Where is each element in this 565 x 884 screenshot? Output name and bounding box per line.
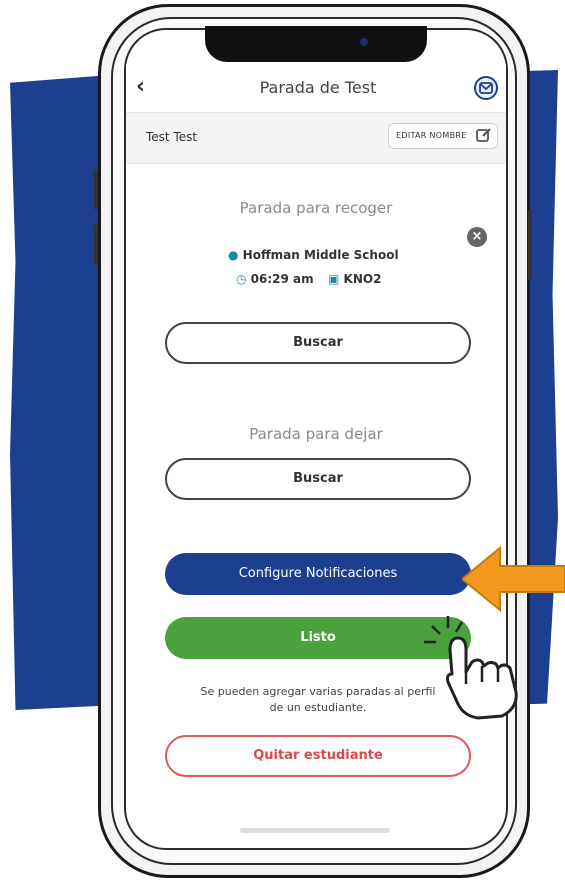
volume-button <box>94 225 98 265</box>
clock-icon: ◷ <box>236 272 247 286</box>
tap-hand-icon <box>424 616 518 720</box>
pickup-search-button[interactable]: Buscar <box>165 322 471 364</box>
time-row: ◷ 06:29 am <box>236 272 314 286</box>
page-title: Parada de Test <box>259 78 377 97</box>
helper-text-line-1: Se pueden agregar varias paradas al perf… <box>200 685 436 698</box>
pickup-time: 06:29 am <box>250 272 314 286</box>
dropoff-title: Parada para dejar <box>249 425 383 443</box>
envelope-icon[interactable] <box>474 76 498 100</box>
close-icon[interactable]: × <box>467 227 487 247</box>
chevron-left-icon[interactable]: ‹ <box>136 74 145 99</box>
callout-arrow-icon <box>462 545 565 613</box>
student-name: Test Test <box>146 130 198 144</box>
bus-row: ▣ KNO2 <box>328 272 381 286</box>
power-button <box>528 210 532 280</box>
edit-icon[interactable] <box>476 127 492 147</box>
volume-button <box>94 170 98 210</box>
location-pin-icon: ● <box>228 248 239 262</box>
school-name: Hoffman Middle School <box>242 248 399 262</box>
helper-text-line-2: de un estudiante. <box>269 701 367 714</box>
bus-icon: ▣ <box>328 272 340 286</box>
edit-name-label[interactable]: EDITAR NOMBRE <box>396 131 467 140</box>
bus-number: KNO2 <box>343 272 382 286</box>
phone-notch <box>205 26 427 62</box>
helper-text: Se pueden agregar varias paradas al perf… <box>180 684 456 716</box>
camera-dot <box>360 38 368 46</box>
home-indicator <box>240 828 390 833</box>
school-row: ● Hoffman Middle School <box>228 248 399 262</box>
remove-student-button[interactable]: Quitar estudiante <box>165 735 471 777</box>
dropoff-search-button[interactable]: Buscar <box>165 458 471 500</box>
configure-notifications-button[interactable]: Configure Notificaciones <box>165 553 471 595</box>
pickup-title: Parada para recoger <box>239 199 393 217</box>
